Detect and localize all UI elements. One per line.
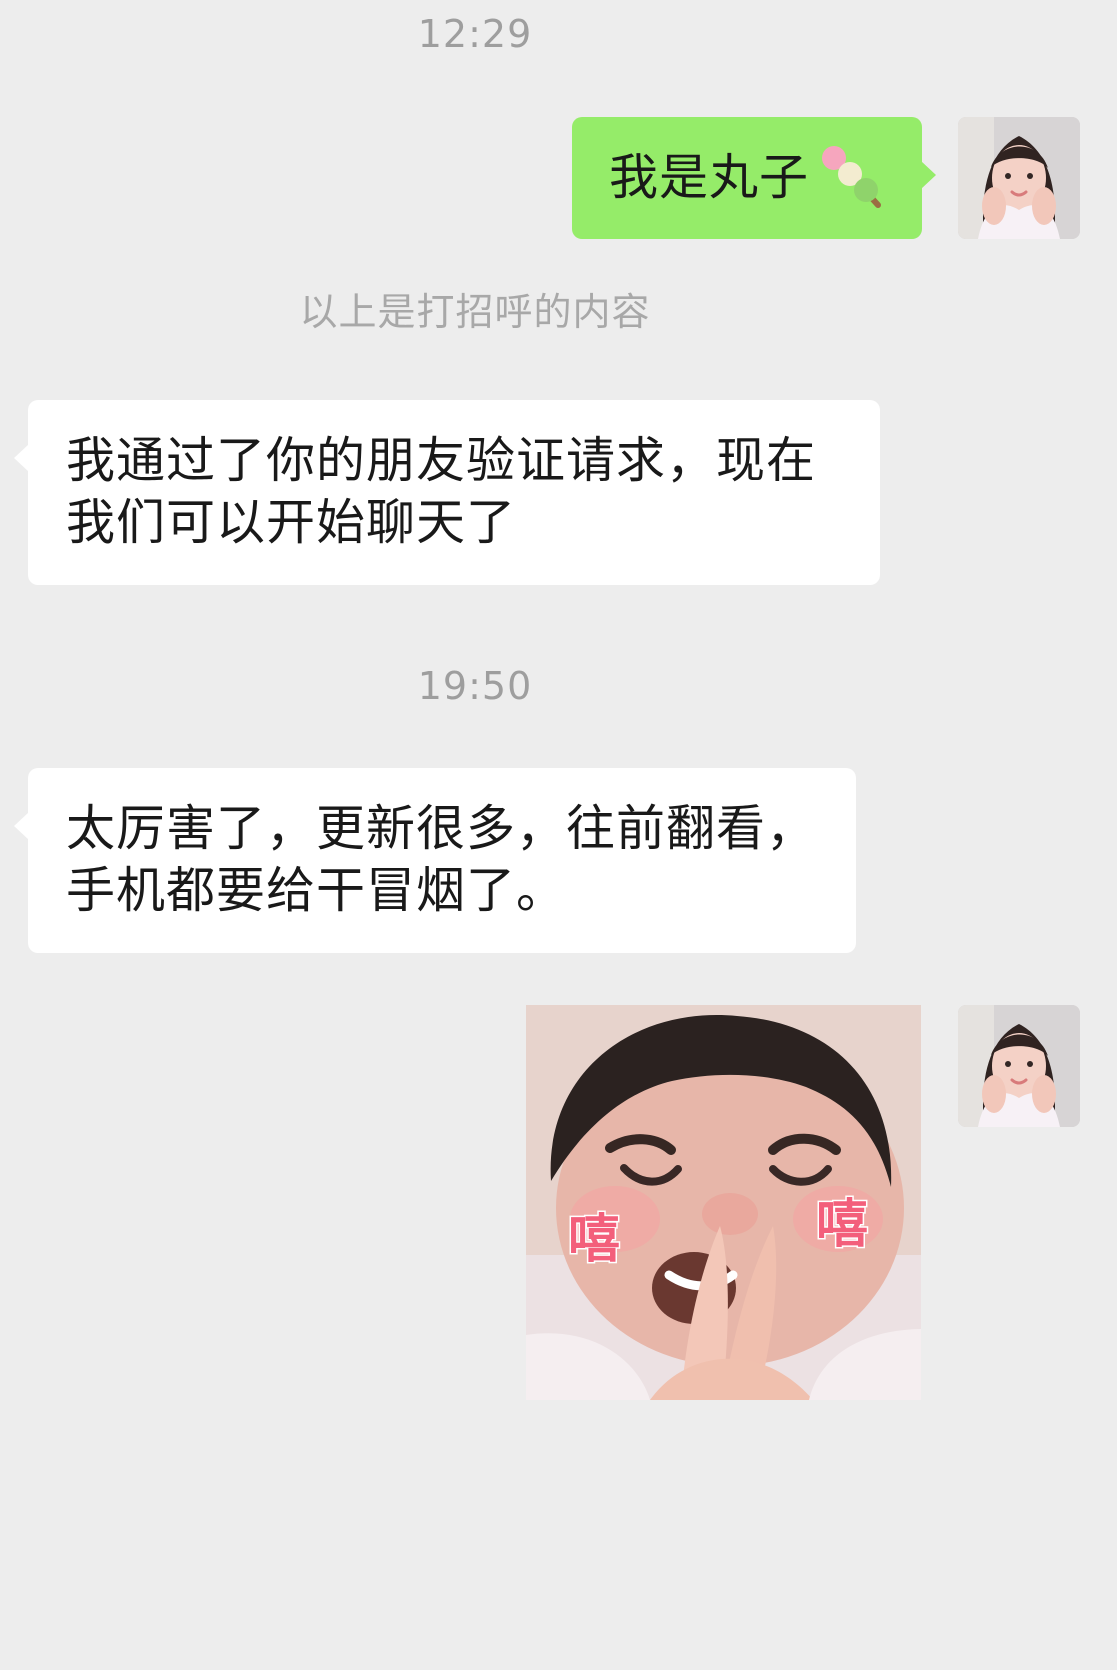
user-avatar-photo-icon <box>958 117 1080 239</box>
sticker-text-left: 嘻 <box>566 1209 621 1272</box>
received-message-bubble[interactable]: 太厉害了，更新很多，往前翻看，手机都要给干冒烟了。 <box>14 768 856 953</box>
sticker-text-right: 嘻 <box>814 1194 869 1257</box>
timestamp-1950: 19:50 <box>417 664 533 708</box>
timestamp-1229: 12:29 <box>417 12 533 56</box>
greeting-system-note: 以上是打招呼的内容 <box>299 290 651 334</box>
message-text: 太厉害了，更新很多，往前翻看，手机都要给干冒烟了。 <box>66 800 817 919</box>
received-bubble-tail <box>14 812 29 840</box>
user-avatar-photo-icon <box>958 1005 1080 1127</box>
message-text: 我是丸子 <box>609 149 810 206</box>
sent-message-bubble[interactable]: 我是丸子 <box>572 117 936 239</box>
received-bubble-tail <box>14 444 29 472</box>
sent-bubble-tail <box>921 161 936 189</box>
user-avatar[interactable] <box>958 1005 1080 1127</box>
baby-sticker-message[interactable]: 嘻 嘻 <box>526 1005 921 1400</box>
user-avatar[interactable] <box>958 117 1080 239</box>
dango-emoji-icon <box>822 146 881 208</box>
message-text: 我通过了你的朋友验证请求，现在我们可以开始聊天了 <box>66 432 817 551</box>
received-message-bubble[interactable]: 我通过了你的朋友验证请求，现在我们可以开始聊天了 <box>14 400 880 585</box>
